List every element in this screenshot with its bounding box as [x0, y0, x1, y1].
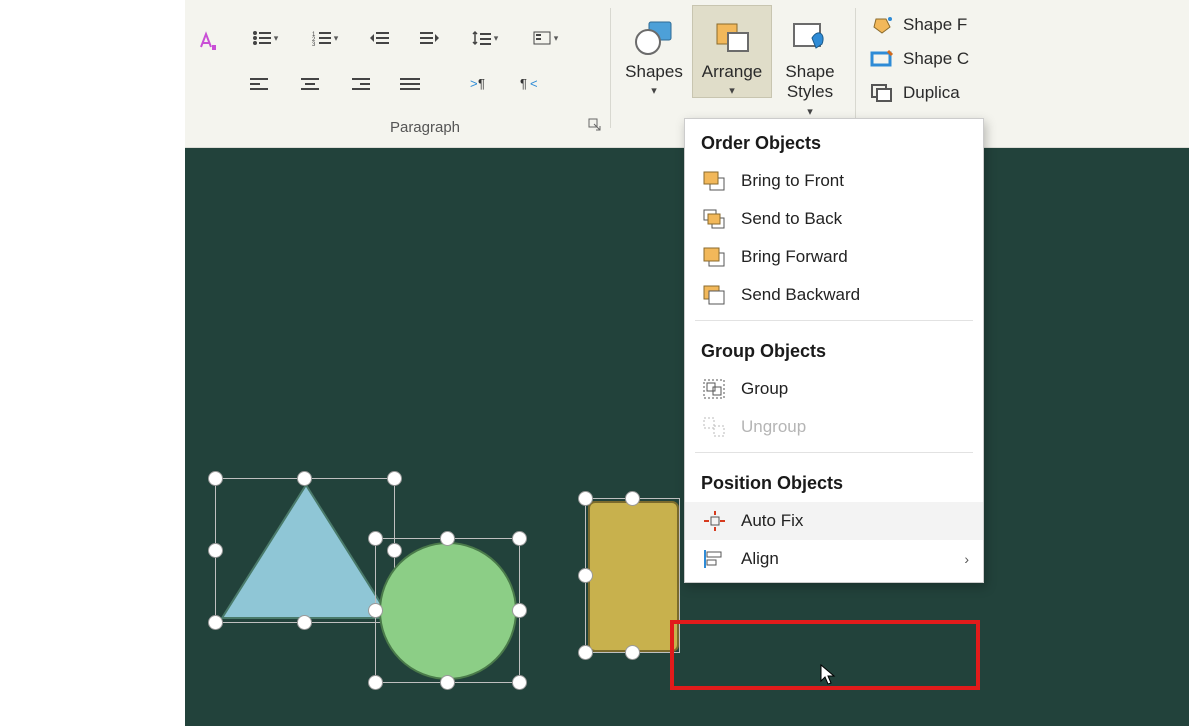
ltr-button[interactable]: >¶	[462, 68, 502, 100]
duplicate-button[interactable]: Duplica	[869, 76, 969, 110]
numbering-button[interactable]: 123	[300, 22, 350, 54]
svg-text:3: 3	[312, 42, 316, 46]
resize-handle[interactable]	[440, 675, 455, 690]
resize-handle[interactable]	[387, 471, 402, 486]
justify-button[interactable]	[390, 68, 430, 100]
align-right-button[interactable]	[340, 68, 380, 100]
chevron-right-icon: ›	[964, 551, 969, 567]
rtl-button[interactable]: ¶<	[512, 68, 552, 100]
shape-outline-icon	[869, 48, 895, 70]
rectangle-shape[interactable]	[585, 498, 680, 653]
shape-styles-button[interactable]: Shape Styles ▾	[771, 6, 849, 120]
shape-outline-button[interactable]: Shape C	[869, 42, 969, 76]
line-spacing-button[interactable]	[460, 22, 510, 54]
resize-handle[interactable]	[208, 543, 223, 558]
menu-separator	[695, 452, 973, 453]
paragraph-dialog-launcher[interactable]	[588, 118, 604, 134]
group-icon	[701, 378, 727, 400]
arrange-menu: Order Objects Bring to Front Send to Bac…	[684, 118, 984, 583]
send-backward-item[interactable]: Send Backward	[685, 276, 983, 314]
resize-handle[interactable]	[368, 603, 383, 618]
align-center-button[interactable]	[290, 68, 330, 100]
resize-handle[interactable]	[368, 675, 383, 690]
shape-fill-button[interactable]: Shape F	[869, 8, 969, 42]
group-separator	[610, 8, 611, 128]
align-icon	[701, 548, 727, 570]
shape-fill-icon	[869, 14, 895, 36]
resize-handle[interactable]	[368, 531, 383, 546]
arrange-button[interactable]: Arrange ▾	[693, 6, 771, 97]
app-frame: 123	[185, 0, 1189, 726]
circle-shape[interactable]	[375, 538, 520, 683]
menu-section-header: Position Objects	[685, 459, 983, 502]
increase-indent-button[interactable]	[410, 22, 450, 54]
chevron-down-icon: ▾	[807, 106, 813, 118]
resize-handle[interactable]	[297, 615, 312, 630]
shape-format-group: Shape F Shape C Duplica	[869, 8, 969, 110]
bring-forward-icon	[701, 246, 727, 268]
shape-styles-icon	[771, 12, 849, 62]
shapes-icon	[615, 12, 693, 62]
resize-handle[interactable]	[512, 675, 527, 690]
resize-handle[interactable]	[578, 645, 593, 660]
paragraph-group: 123	[240, 10, 610, 140]
text-direction-button[interactable]	[520, 22, 570, 54]
resize-handle[interactable]	[512, 603, 527, 618]
bring-to-front-icon	[701, 170, 727, 192]
chevron-down-icon: ▾	[693, 84, 771, 97]
align-left-button[interactable]	[240, 68, 280, 100]
group-separator	[855, 8, 856, 128]
menu-section-header: Group Objects	[685, 327, 983, 370]
mouse-cursor	[820, 664, 838, 688]
ungroup-icon	[701, 416, 727, 438]
svg-text:¶: ¶	[478, 76, 485, 91]
resize-handle[interactable]	[297, 471, 312, 486]
auto-fix-item[interactable]: Auto Fix	[685, 502, 983, 540]
decrease-indent-button[interactable]	[360, 22, 400, 54]
resize-handle[interactable]	[208, 471, 223, 486]
arrange-icon	[693, 12, 771, 62]
send-backward-icon	[701, 284, 727, 306]
svg-text:<: <	[530, 76, 538, 91]
send-to-back-item[interactable]: Send to Back	[685, 200, 983, 238]
bring-to-front-item[interactable]: Bring to Front	[685, 162, 983, 200]
resize-handle[interactable]	[208, 615, 223, 630]
bring-forward-item[interactable]: Bring Forward	[685, 238, 983, 276]
menu-separator	[695, 320, 973, 321]
resize-handle[interactable]	[625, 491, 640, 506]
resize-handle[interactable]	[578, 568, 593, 583]
auto-fix-icon	[701, 510, 727, 532]
duplicate-icon	[869, 82, 895, 104]
ungroup-item: Ungroup	[685, 408, 983, 446]
resize-handle[interactable]	[625, 645, 640, 660]
svg-text:>: >	[470, 76, 478, 91]
chevron-down-icon: ▾	[615, 84, 693, 97]
menu-section-header: Order Objects	[685, 119, 983, 162]
triangle-shape[interactable]	[215, 478, 395, 623]
resize-handle[interactable]	[512, 531, 527, 546]
send-to-back-icon	[701, 208, 727, 230]
resize-handle[interactable]	[440, 531, 455, 546]
align-item[interactable]: Align ›	[685, 540, 983, 578]
paragraph-group-label: Paragraph	[240, 119, 610, 136]
resize-handle[interactable]	[578, 491, 593, 506]
shapes-button[interactable]: Shapes ▾	[615, 6, 693, 97]
group-item[interactable]: Group	[685, 370, 983, 408]
bullets-button[interactable]	[240, 22, 290, 54]
font-color-icon[interactable]	[195, 30, 219, 54]
drawing-group: Shapes ▾ Arrange ▾	[615, 6, 849, 120]
svg-text:¶: ¶	[520, 76, 527, 91]
